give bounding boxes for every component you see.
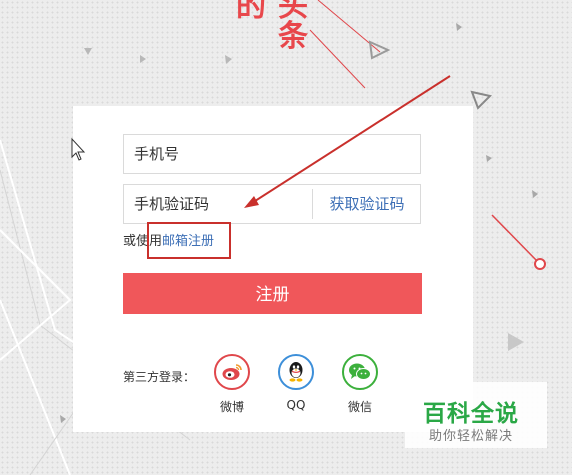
wechat-label: 微信 <box>347 400 372 414</box>
wechat-icon[interactable] <box>342 354 378 390</box>
phone-placeholder: 手机号 <box>134 145 180 163</box>
wechat-login[interactable]: 微信 <box>340 354 380 415</box>
phone-field[interactable]: 手机号 <box>123 134 421 174</box>
weibo-label: 微博 <box>219 400 244 414</box>
third-party-label: 第三方登录： <box>123 370 196 384</box>
sms-code-placeholder: 手机验证码 <box>134 195 210 213</box>
get-code-button[interactable]: 获取验证码 <box>313 185 421 223</box>
brand-char-1: 的 <box>236 0 266 24</box>
brand-char-3: 条 <box>278 19 308 54</box>
watermark-title: 百科全说 <box>423 401 519 427</box>
watermark: 百科全说 助你轻松解决 <box>405 382 547 448</box>
weibo-login[interactable]: 微博 <box>212 354 252 415</box>
qq-login[interactable]: QQ <box>276 354 316 412</box>
sms-code-field[interactable]: 手机验证码 获取验证码 <box>123 184 421 224</box>
weibo-icon[interactable] <box>214 354 250 390</box>
annotation-highlight-box <box>147 222 231 259</box>
qq-icon[interactable] <box>278 354 314 390</box>
qq-label: QQ <box>286 398 306 412</box>
watermark-subtitle: 助你轻松解决 <box>429 429 514 444</box>
register-button[interactable]: 注册 <box>123 273 422 314</box>
